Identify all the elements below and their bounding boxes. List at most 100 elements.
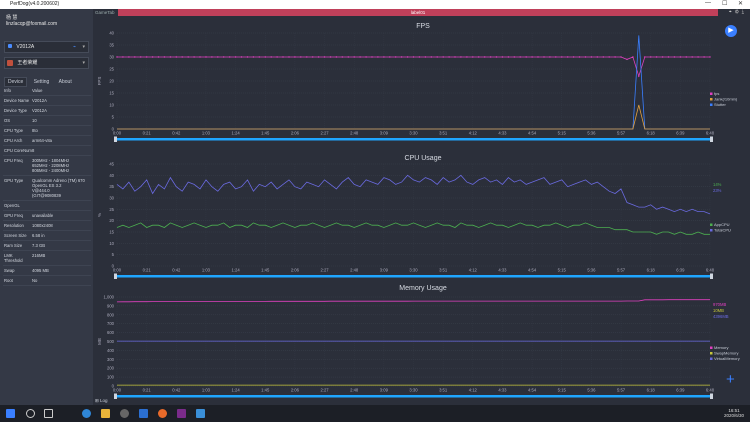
info-key: LMK Threshold: [4, 253, 23, 263]
data-point: [661, 56, 664, 58]
table-header: Info Value: [3, 86, 91, 96]
legend-swatch: [710, 98, 713, 101]
play-button[interactable]: ▶: [725, 25, 737, 37]
legend-label: SwapMemory: [714, 351, 738, 356]
legend-label: Memory: [714, 345, 728, 350]
data-point: [383, 56, 385, 58]
data-point: [300, 56, 302, 58]
search-icon[interactable]: [26, 409, 35, 418]
charts-area: FPSFPS05101520253035400:00 0:21 0:42 1:03 1:…: [97, 23, 740, 399]
windows-start-icon[interactable]: [6, 409, 15, 418]
edge-icon[interactable]: [82, 409, 91, 418]
data-point: [442, 56, 444, 58]
data-point: [335, 56, 338, 58]
add-icon: ⊞: [95, 398, 99, 403]
y-tick-label: 30: [109, 55, 114, 60]
info-value: 8to: [32, 128, 38, 133]
y-tick-label: 600: [107, 330, 115, 335]
y-tick-label: 25: [109, 207, 114, 212]
legend-swatch: [710, 357, 713, 360]
data-point: [489, 56, 492, 58]
y-axis-label: %: [97, 213, 102, 217]
current-value: 4396MB: [713, 314, 729, 319]
data-point: [691, 56, 693, 58]
info-key: CPU Arch: [4, 138, 23, 143]
info-key: CPU CoreNum: [4, 148, 32, 153]
x-tick-label: 4:33: [498, 268, 507, 273]
y-tick-label: 300: [107, 357, 115, 362]
info-value: arm64-v8a: [32, 138, 53, 143]
y-tick-label: 10: [109, 241, 114, 246]
data-point: [626, 58, 628, 61]
download-icon[interactable]: ⤓: [742, 9, 747, 15]
maximize-icon[interactable]: ☐: [722, 0, 727, 7]
x-tick-label: 0:21: [143, 388, 152, 393]
x-tick-label: 3:09: [380, 388, 389, 393]
data-point: [703, 56, 705, 58]
data-point: [389, 56, 391, 58]
minimize-icon[interactable]: —: [705, 0, 711, 6]
info-value: 10: [32, 118, 37, 123]
premiere-icon[interactable]: [177, 409, 186, 418]
data-point: [543, 56, 545, 58]
legend-label: TotalCPU: [714, 228, 731, 233]
scrollbar-handle-right: [710, 136, 713, 142]
data-point: [590, 56, 593, 58]
main-panel: GameTab label01 ⌖⚙⤓ FPS FPS 0 5 10 15 20 25 30 35…: [93, 9, 750, 405]
info-value: V2012A: [32, 108, 47, 113]
perfdog-icon[interactable]: [196, 409, 205, 418]
close-icon[interactable]: ✕: [738, 0, 743, 7]
tab-about[interactable]: About: [56, 78, 75, 86]
log-toggle[interactable]: ⊞ Log: [95, 398, 108, 404]
x-tick-label: 1:45: [261, 268, 270, 273]
top-icons: ⌖⚙⤓: [729, 9, 747, 15]
data-point: [644, 56, 646, 58]
device-select[interactable]: V2012A ⌁ ▾: [4, 41, 89, 53]
data-point: [572, 56, 575, 58]
legend-swatch: [710, 346, 713, 349]
legend-swatch: [710, 352, 713, 355]
app-select[interactable]: 王者荣耀 ▾: [4, 57, 89, 69]
table-row: Device Type V2012A: [3, 106, 91, 116]
data-point: [673, 56, 676, 58]
data-point: [513, 56, 515, 58]
add-icon[interactable]: +: [726, 371, 735, 388]
info-key: GPU Type: [4, 178, 24, 183]
x-tick-label: 0:21: [143, 268, 152, 273]
data-point: [697, 56, 699, 58]
tab-setting[interactable]: Setting: [31, 78, 53, 86]
data-point: [371, 56, 373, 58]
app-icon[interactable]: [120, 409, 129, 418]
x-tick-label: 6:18: [647, 268, 656, 273]
data-point: [317, 56, 320, 58]
chart-title: CPU Usage: [405, 155, 442, 162]
x-tick-label: 6:48: [706, 268, 715, 273]
x-tick-label: 1:03: [202, 268, 211, 273]
y-tick-label: 100: [107, 375, 115, 380]
data-point: [608, 56, 610, 58]
x-tick-label: 5:15: [558, 131, 567, 136]
data-point: [276, 56, 278, 58]
data-point: [365, 56, 367, 58]
data-point: [685, 56, 687, 58]
table-row: Device Name V2012A: [3, 96, 91, 106]
data-point: [549, 56, 551, 58]
table-row: CPU Arch arm64-v8a: [3, 136, 91, 146]
table-row: Screen Size 6.58 in: [3, 231, 91, 241]
table-row: Root No: [3, 276, 91, 286]
legend-swatch: [710, 229, 713, 232]
x-tick-label: 1:03: [202, 388, 211, 393]
data-point: [181, 56, 183, 58]
y-tick-label: 10: [109, 103, 114, 108]
folder-icon[interactable]: [101, 409, 110, 418]
x-tick-label: 1:45: [261, 131, 270, 136]
tab-gametab[interactable]: GameTab: [95, 10, 115, 15]
x-tick-label: 5:36: [587, 388, 596, 393]
tab-label01[interactable]: label01: [118, 9, 718, 16]
settings-icon[interactable]: ⚙: [735, 9, 742, 15]
info-key: Device Type: [4, 108, 27, 113]
word-icon[interactable]: [139, 409, 148, 418]
task-view-icon[interactable]: [44, 409, 53, 418]
firefox-icon[interactable]: [158, 409, 167, 418]
info-value: [32, 203, 91, 208]
